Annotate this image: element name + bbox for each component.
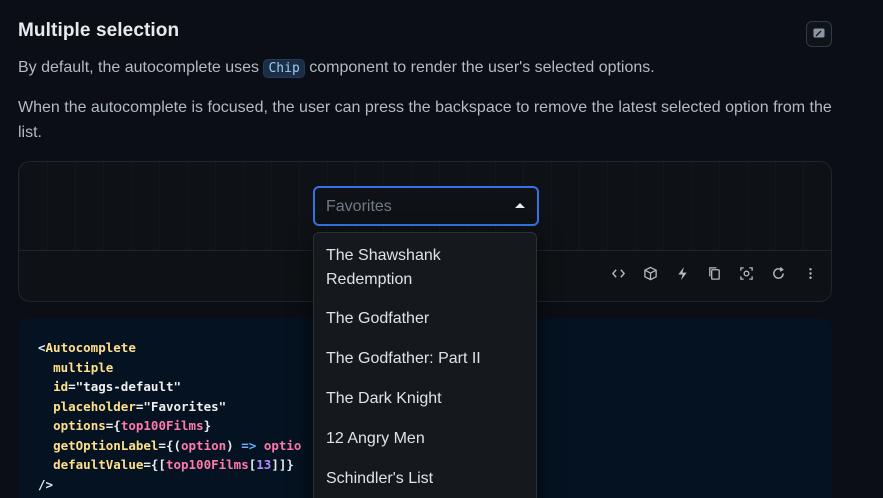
copy-icon[interactable]: [703, 262, 725, 284]
description-paragraph-2: When the autocomplete is focused, the us…: [18, 99, 832, 141]
description-paragraph-1: By default, the autocomplete uses Chip c…: [18, 55, 838, 81]
caret-up-icon[interactable]: [515, 203, 525, 208]
reset-icon[interactable]: [767, 262, 789, 284]
more-icon[interactable]: [799, 262, 821, 284]
code-icon[interactable]: [607, 262, 629, 284]
autocomplete-placeholder: Favorites: [326, 198, 392, 215]
listbox-option[interactable]: 12 Angry Men: [314, 419, 536, 459]
listbox-option[interactable]: The Shawshank Redemption: [314, 243, 536, 299]
reset-focus-icon[interactable]: [735, 262, 757, 284]
chip-inline-code: Chip: [263, 59, 305, 78]
para1-text-after: component to render the user's selected …: [304, 59, 655, 76]
listbox-option[interactable]: The Dark Knight: [314, 379, 536, 419]
listbox-option[interactable]: The Godfather: Part II: [314, 339, 536, 379]
feedback-icon: [813, 28, 825, 38]
codesandbox-icon[interactable]: [639, 262, 661, 284]
para1-text-before: By default, the autocomplete uses: [18, 59, 264, 76]
section-title: Multiple selection: [18, 20, 180, 41]
listbox-option[interactable]: Schindler's List: [314, 459, 536, 498]
listbox-option[interactable]: The Godfather: [314, 299, 536, 339]
favorites-autocomplete-input[interactable]: Favorites: [313, 186, 539, 226]
feedback-button[interactable]: [806, 21, 832, 47]
demo-toolbar: [607, 262, 821, 284]
autocomplete-listbox: The Shawshank Redemption The Godfather T…: [313, 232, 537, 498]
stackblitz-icon[interactable]: [671, 262, 693, 284]
